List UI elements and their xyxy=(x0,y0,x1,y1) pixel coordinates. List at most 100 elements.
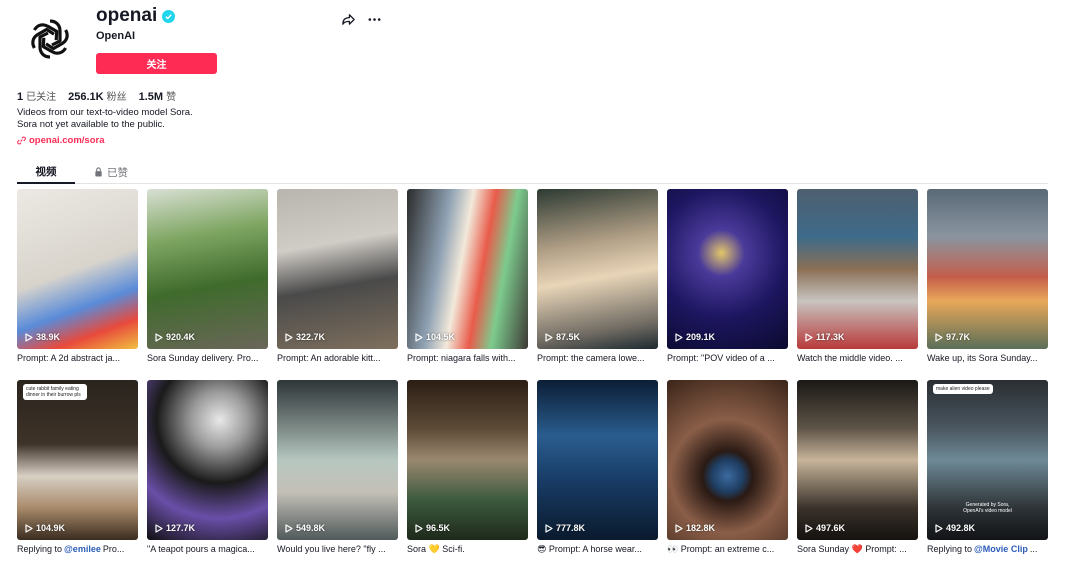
profile-actions xyxy=(340,11,382,27)
video-caption[interactable]: Sora 💛 Sci-fi. xyxy=(407,544,528,555)
video-card[interactable]: 38.9K Prompt: A 2d abstract ja... xyxy=(17,189,138,380)
video-thumbnail[interactable]: 127.7K xyxy=(147,380,268,540)
play-icon xyxy=(415,332,423,342)
mention-link[interactable]: @Movie Clip xyxy=(974,544,1028,554)
video-thumbnail[interactable]: 182.8K xyxy=(667,380,788,540)
video-caption[interactable]: Prompt: "POV video of a ... xyxy=(667,353,788,363)
view-count: 87.5K xyxy=(545,332,580,342)
view-count-text: 182.8K xyxy=(686,523,716,533)
view-count: 38.9K xyxy=(25,332,60,342)
video-caption[interactable]: Prompt: An adorable kitt... xyxy=(277,353,398,363)
view-count: 322.7K xyxy=(285,332,325,342)
video-card[interactable]: 497.6K Sora Sunday ❤️ Prompt: ... xyxy=(797,380,918,570)
video-card[interactable]: 182.8K 👀 Prompt: an extreme c... xyxy=(667,380,788,570)
video-card[interactable]: cute rabbit family eating dinner in thei… xyxy=(17,380,138,570)
stat-followers[interactable]: 256.1K 粉丝 xyxy=(68,88,126,103)
view-count: 96.5K xyxy=(415,523,450,533)
caption-text: 👀 Prompt: an extreme c... xyxy=(667,544,775,554)
tab-label: 视频 xyxy=(35,165,57,178)
view-count: 777.8K xyxy=(545,523,585,533)
view-count-text: 497.6K xyxy=(816,523,846,533)
video-card[interactable]: 322.7K Prompt: An adorable kitt... xyxy=(277,189,398,380)
play-icon xyxy=(285,332,293,342)
reply-comment-sticker: cute rabbit family eating dinner in thei… xyxy=(23,384,87,400)
video-thumbnail[interactable]: 777.8K xyxy=(537,380,658,540)
video-caption[interactable]: Wake up, its Sora Sunday... xyxy=(927,353,1048,363)
view-count-text: 117.3K xyxy=(816,332,845,342)
video-thumbnail[interactable]: 104.5K xyxy=(407,189,528,349)
video-caption[interactable]: Sora Sunday delivery. Pro... xyxy=(147,353,268,363)
stat-count: 1 xyxy=(17,91,24,103)
more-icon[interactable] xyxy=(366,11,382,27)
video-card[interactable]: 97.7K Wake up, its Sora Sunday... xyxy=(927,189,1048,380)
view-count-text: 209.1K xyxy=(686,332,716,342)
share-icon[interactable] xyxy=(340,11,356,27)
video-thumbnail[interactable]: 96.5K xyxy=(407,380,528,540)
caption-prefix: Replying to xyxy=(927,544,973,554)
video-caption[interactable]: 😎 Prompt: A horse wear... xyxy=(537,544,658,555)
view-count: 209.1K xyxy=(675,332,715,342)
video-caption[interactable]: Prompt: A 2d abstract ja... xyxy=(17,353,138,363)
profile-link[interactable]: openai.com/sora xyxy=(17,135,105,146)
video-card[interactable]: 117.3K Watch the middle video. ... xyxy=(797,189,918,380)
view-count-text: 492.8K xyxy=(946,523,976,533)
video-caption[interactable]: Sora Sunday ❤️ Prompt: ... xyxy=(797,544,918,555)
tab-liked[interactable]: 已赞 xyxy=(75,160,147,184)
stat-following[interactable]: 1 已关注 xyxy=(17,88,56,103)
video-caption[interactable]: "A teapot pours a magica... xyxy=(147,544,268,554)
video-thumbnail[interactable]: 38.9K xyxy=(17,189,138,349)
video-thumbnail[interactable]: 117.3K xyxy=(797,189,918,349)
caption-text: "A teapot pours a magica... xyxy=(147,544,255,554)
lock-icon xyxy=(95,167,102,177)
mention-link[interactable]: @emilee xyxy=(64,544,101,554)
video-thumbnail[interactable]: 97.7K xyxy=(927,189,1048,349)
link-icon xyxy=(17,136,26,145)
play-icon xyxy=(675,523,683,533)
video-caption[interactable]: 👀 Prompt: an extreme c... xyxy=(667,544,788,555)
video-card[interactable]: 549.8K Would you live here? "fly ... xyxy=(277,380,398,570)
view-count-text: 127.7K xyxy=(166,523,196,533)
video-caption[interactable]: Would you live here? "fly ... xyxy=(277,544,398,554)
play-icon xyxy=(155,523,163,533)
video-thumbnail[interactable]: make alien video please Generated by Sora… xyxy=(927,380,1048,540)
video-thumbnail[interactable]: 920.4K xyxy=(147,189,268,349)
play-icon xyxy=(675,332,683,342)
video-caption[interactable]: Prompt: the camera lowe... xyxy=(537,353,658,363)
video-card[interactable]: 96.5K Sora 💛 Sci-fi. xyxy=(407,380,528,570)
profile-link-text: openai.com/sora xyxy=(29,135,105,146)
view-count-text: 920.4K xyxy=(166,332,196,342)
view-count: 117.3K xyxy=(805,332,845,342)
caption-text: Wake up, its Sora Sunday... xyxy=(927,353,1038,363)
video-card[interactable]: 127.7K "A teapot pours a magica... xyxy=(147,380,268,570)
stat-likes: 1.5M 赞 xyxy=(139,88,176,103)
caption-text: Sora Sunday delivery. Pro... xyxy=(147,353,259,363)
tab-videos[interactable]: 视频 xyxy=(17,160,75,184)
video-thumbnail[interactable]: 549.8K xyxy=(277,380,398,540)
video-caption[interactable]: Replying to @emilee Pro... xyxy=(17,544,138,554)
bio: Videos from our text-to-video model Sora… xyxy=(17,107,193,131)
avatar[interactable] xyxy=(20,9,80,69)
video-card[interactable]: 104.5K Prompt: niagara falls with... xyxy=(407,189,528,380)
caption-text: Sora Sunday ❤️ Prompt: ... xyxy=(797,544,907,554)
play-icon xyxy=(25,523,33,533)
video-card[interactable]: 87.5K Prompt: the camera lowe... xyxy=(537,189,658,380)
video-thumbnail[interactable]: 209.1K xyxy=(667,189,788,349)
caption-text: 😎 Prompt: A horse wear... xyxy=(537,544,642,554)
bio-line: Videos from our text-to-video model Sora… xyxy=(17,107,193,118)
video-thumbnail[interactable]: 497.6K xyxy=(797,380,918,540)
video-caption[interactable]: Replying to @Movie Clip ... xyxy=(927,544,1048,554)
video-card[interactable]: make alien video please Generated by Sora… xyxy=(927,380,1048,570)
video-card[interactable]: 920.4K Sora Sunday delivery. Pro... xyxy=(147,189,268,380)
video-thumbnail[interactable]: 322.7K xyxy=(277,189,398,349)
video-caption[interactable]: Watch the middle video. ... xyxy=(797,353,918,363)
stat-label: 已关注 xyxy=(26,92,57,103)
video-thumbnail[interactable]: cute rabbit family eating dinner in thei… xyxy=(17,380,138,540)
video-card[interactable]: 777.8K 😎 Prompt: A horse wear... xyxy=(537,380,658,570)
video-caption[interactable]: Prompt: niagara falls with... xyxy=(407,353,528,363)
play-icon xyxy=(545,523,553,533)
video-thumbnail[interactable]: 87.5K xyxy=(537,189,658,349)
bio-line: Sora not yet available to the public. xyxy=(17,119,165,130)
play-icon xyxy=(285,523,293,533)
follow-button[interactable]: 关注 xyxy=(96,53,217,74)
video-card[interactable]: 209.1K Prompt: "POV video of a ... xyxy=(667,189,788,380)
